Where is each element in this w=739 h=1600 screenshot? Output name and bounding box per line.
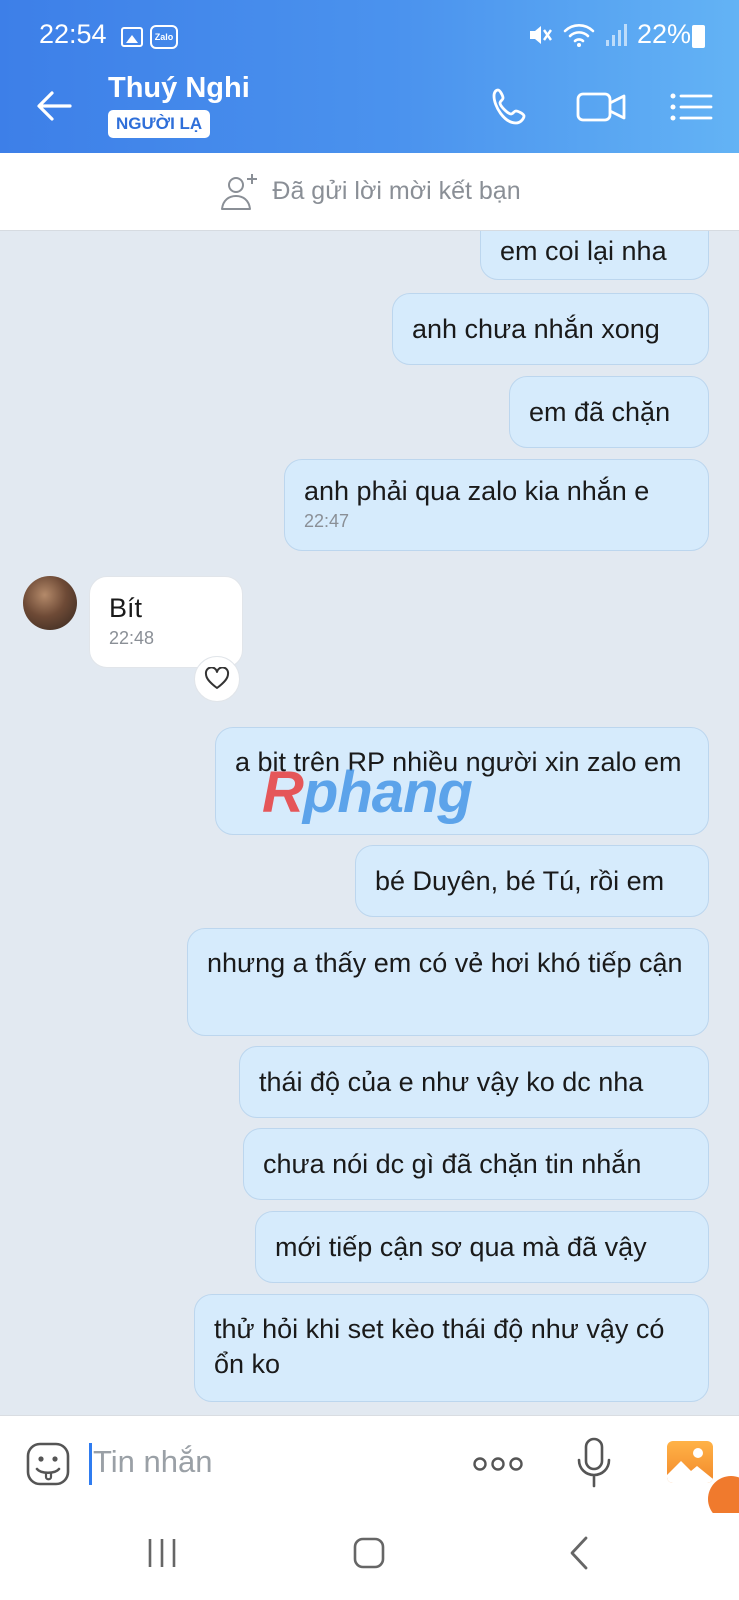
video-call-icon[interactable] (574, 82, 630, 132)
message-text: bé Duyên, bé Tú, rồi em (375, 866, 665, 896)
menu-icon[interactable] (668, 82, 714, 132)
status-bar: 22:54 Zalo 22% (0, 0, 739, 62)
message-time: 22:47 (304, 511, 350, 531)
status-right: 22% (527, 19, 691, 50)
wifi-icon (563, 23, 595, 47)
more-options-icon[interactable] (472, 1450, 524, 1478)
message-bubble-outgoing[interactable]: a bit trên RP nhiều người xin zalo em (215, 727, 709, 835)
message-text: thử hỏi khi set kèo thái độ như vậy có ổ… (214, 1314, 665, 1379)
message-bubble-outgoing[interactable]: mới tiếp cận sơ qua mà đã vậy (255, 1211, 709, 1283)
mute-icon (529, 25, 552, 44)
system-nav-bar (0, 1513, 739, 1600)
message-text: anh chưa nhắn xong (412, 314, 660, 344)
message-text: nhưng a thấy em có vẻ hơi khó tiếp cận (207, 948, 683, 978)
system-back-icon[interactable] (566, 1535, 592, 1571)
text-caret (89, 1443, 92, 1485)
message-bubble-incoming[interactable]: Bít 22:48 (89, 576, 243, 668)
message-time: 22:48 (109, 628, 155, 648)
message-text: anh phải qua zalo kia nhắn e (304, 476, 650, 506)
message-bubble-outgoing[interactable]: thái độ của e như vậy ko dc nha (239, 1046, 709, 1118)
message-input[interactable]: Tin nhắn (93, 1444, 213, 1480)
message-text: chưa nói dc gì đã chặn tin nhắn (263, 1149, 642, 1179)
message-bubble-outgoing[interactable]: chưa nói dc gì đã chặn tin nhắn (243, 1128, 709, 1200)
phone-icon[interactable] (484, 82, 536, 132)
message-text: mới tiếp cận sơ qua mà đã vậy (275, 1232, 647, 1262)
zalo-icon: Zalo (150, 25, 178, 49)
image-gallery-icon[interactable] (667, 1441, 713, 1483)
message-bubble-outgoing[interactable]: nhưng a thấy em có vẻ hơi khó tiếp cận (187, 928, 709, 1036)
battery-icon (692, 25, 705, 48)
battery-percent: 22% (636, 19, 691, 49)
friend-request-text: Đã gửi lời mời kết bạn (272, 177, 521, 205)
message-bubble-outgoing[interactable]: em đã chặn (509, 376, 709, 448)
picture-icon (667, 1448, 713, 1483)
photo-icon (121, 27, 143, 47)
sticker-icon[interactable] (25, 1441, 71, 1487)
message-text: em coi lại nha (500, 236, 667, 266)
stranger-badge: NGƯỜI LẠ (108, 110, 211, 138)
message-list[interactable]: em coi lại nha anh chưa nhắn xong em đã … (0, 231, 739, 1415)
message-bubble-outgoing[interactable]: bé Duyên, bé Tú, rồi em (355, 845, 709, 917)
composer-bar: Tin nhắn (0, 1415, 739, 1522)
signal-icon (605, 23, 627, 46)
add-friend-icon (221, 173, 258, 210)
message-bubble-outgoing[interactable]: anh phải qua zalo kia nhắn e 22:47 (284, 459, 709, 551)
status-time: 22:54 (39, 19, 107, 49)
chat-nav: Thuý Nghi NGƯỜI LẠ (0, 62, 739, 153)
recent-apps-icon[interactable] (146, 1535, 178, 1571)
back-arrow-icon[interactable] (30, 82, 78, 130)
heart-reaction-icon[interactable] (194, 656, 240, 702)
message-bubble-outgoing[interactable]: em coi lại nha (480, 231, 709, 280)
app-header: 22:54 Zalo 22% Thuý Nghi NGƯỜI LẠ (0, 0, 739, 153)
home-icon[interactable] (351, 1535, 387, 1571)
microphone-icon[interactable] (574, 1436, 614, 1490)
contact-avatar[interactable] (23, 576, 77, 630)
heart-icon (204, 667, 230, 689)
message-text: em đã chặn (529, 397, 671, 427)
message-bubble-outgoing[interactable]: thử hỏi khi set kèo thái độ như vậy có ổ… (194, 1294, 709, 1402)
message-bubble-outgoing[interactable]: anh chưa nhắn xong (392, 293, 709, 365)
message-text: a bit trên RP nhiều người xin zalo em (235, 747, 682, 777)
message-text: Bít (109, 593, 143, 623)
friend-request-bar: Đã gửi lời mời kết bạn (0, 153, 739, 231)
contact-name[interactable]: Thuý Nghi (108, 72, 250, 105)
message-text: thái độ của e như vậy ko dc nha (259, 1067, 644, 1097)
